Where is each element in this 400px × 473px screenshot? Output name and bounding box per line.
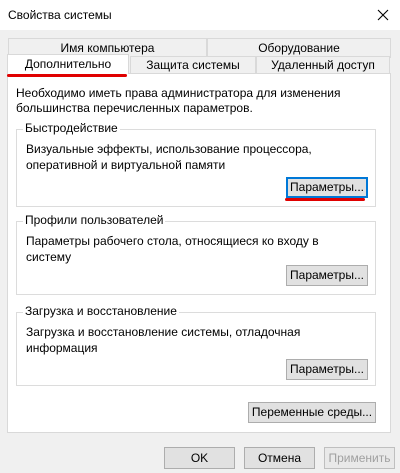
tab-remote-access[interactable]: Удаленный доступ [256,56,390,74]
cancel-button[interactable]: Отмена [244,447,315,469]
close-icon [377,9,389,21]
group-performance-title: Быстродействие [23,121,120,136]
tab-system-protection[interactable]: Защита системы [130,56,256,74]
user-profiles-settings-button[interactable]: Параметры... [286,265,368,286]
group-user-profiles-description: Параметры рабочего стола, относящиеся ко… [26,234,319,264]
title-bar: Свойства системы [0,0,400,30]
admin-notice: Необходимо иметь права администратора дл… [16,86,341,115]
tab-advanced[interactable]: Дополнительно [7,54,129,74]
environment-variables-button[interactable]: Переменные среды... [248,402,376,423]
group-startup-recovery-title: Загрузка и восстановление [23,304,179,319]
close-button[interactable] [366,0,400,30]
group-startup-recovery-description: Загрузка и восстановление системы, отлад… [26,325,301,355]
apply-button[interactable]: Применить [324,447,395,469]
group-user-profiles-title: Профили пользователей [23,213,166,228]
performance-settings-button[interactable]: Параметры... [286,177,368,198]
startup-recovery-settings-button[interactable]: Параметры... [286,359,368,380]
selected-tab-underline [7,74,127,77]
window-title: Свойства системы [8,8,112,22]
ok-button[interactable]: OK [164,447,235,469]
tab-hardware[interactable]: Оборудование [207,38,391,58]
performance-button-underline [285,198,365,201]
group-performance-description: Визуальные эффекты, использование процес… [26,142,312,172]
